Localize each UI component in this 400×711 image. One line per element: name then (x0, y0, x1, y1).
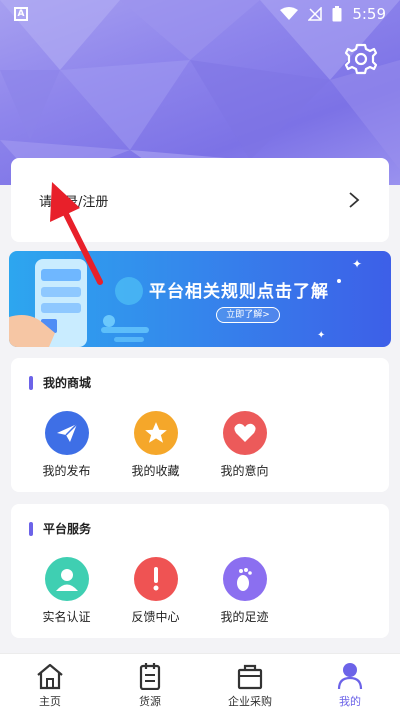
my-intentions-item[interactable]: 我的意向 (200, 411, 289, 479)
tab-supply[interactable]: 货源 (100, 654, 200, 711)
my-favorites-item[interactable]: 我的收藏 (111, 411, 200, 479)
home-icon (37, 663, 63, 690)
my-mall-section: 我的商城 我的发布 我的收藏 我的意向 (11, 358, 389, 492)
grid-label: 我的足迹 (220, 610, 269, 624)
section-header: 我的商城 (29, 374, 91, 391)
section-header: 平台服务 (29, 520, 91, 537)
wifi-icon (280, 7, 299, 20)
signal-icon (308, 7, 323, 21)
gear-icon[interactable] (344, 42, 378, 76)
chevron-right-icon (349, 192, 360, 208)
title-accent-bar (29, 521, 33, 536)
tab-home[interactable]: 主页 (0, 654, 100, 711)
profile-icon (337, 663, 363, 690)
banner-title: 平台相关规则点击了解 (149, 282, 329, 302)
section-title: 平台服务 (43, 522, 92, 536)
my-footprints-item[interactable]: 我的足迹 (200, 557, 289, 625)
annotation-arrow (50, 182, 103, 285)
status-time: 5:59 (352, 5, 386, 23)
feedback-center-item[interactable]: 反馈中心 (111, 557, 200, 625)
tab-label: 企业采购 (228, 695, 272, 708)
user-icon (44, 557, 89, 601)
star-icon (133, 411, 178, 455)
footprint-icon (222, 557, 267, 601)
status-bar: A 5:59 (0, 0, 400, 28)
learn-now-button[interactable]: 立即了解> (216, 307, 280, 323)
battery-icon (332, 6, 342, 22)
svg-text:✦: ✦ (317, 330, 325, 341)
heart-icon (222, 411, 267, 455)
tab-label: 货源 (139, 695, 161, 708)
clipboard-icon (139, 663, 161, 690)
exclamation-icon (133, 557, 178, 601)
tab-enterprise-purchase[interactable]: 企业采购 (200, 654, 300, 711)
section-title: 我的商城 (43, 376, 92, 390)
svg-text:✦: ✦ (352, 257, 362, 271)
grid-label: 我的意向 (220, 464, 269, 478)
tab-mine[interactable]: 我的 (300, 654, 400, 711)
tab-label: 主页 (39, 695, 61, 708)
grid-label: 反馈中心 (131, 610, 180, 624)
real-name-verification-item[interactable]: 实名认证 (22, 557, 111, 625)
my-posts-item[interactable]: 我的发布 (22, 411, 111, 479)
notification-icon: A (14, 7, 28, 21)
title-accent-bar (29, 375, 33, 390)
grid-label: 实名认证 (42, 610, 91, 624)
platform-services-section: 平台服务 实名认证 反馈中心 我的足迹 (11, 504, 389, 638)
grid-label: 我的收藏 (131, 464, 180, 478)
grid-label: 我的发布 (42, 464, 91, 478)
shopping-bag-icon (237, 664, 263, 690)
paper-plane-icon (44, 411, 89, 455)
bottom-tab-bar: 主页 货源 企业采购 我的 (0, 653, 400, 711)
tab-label: 我的 (339, 695, 361, 708)
